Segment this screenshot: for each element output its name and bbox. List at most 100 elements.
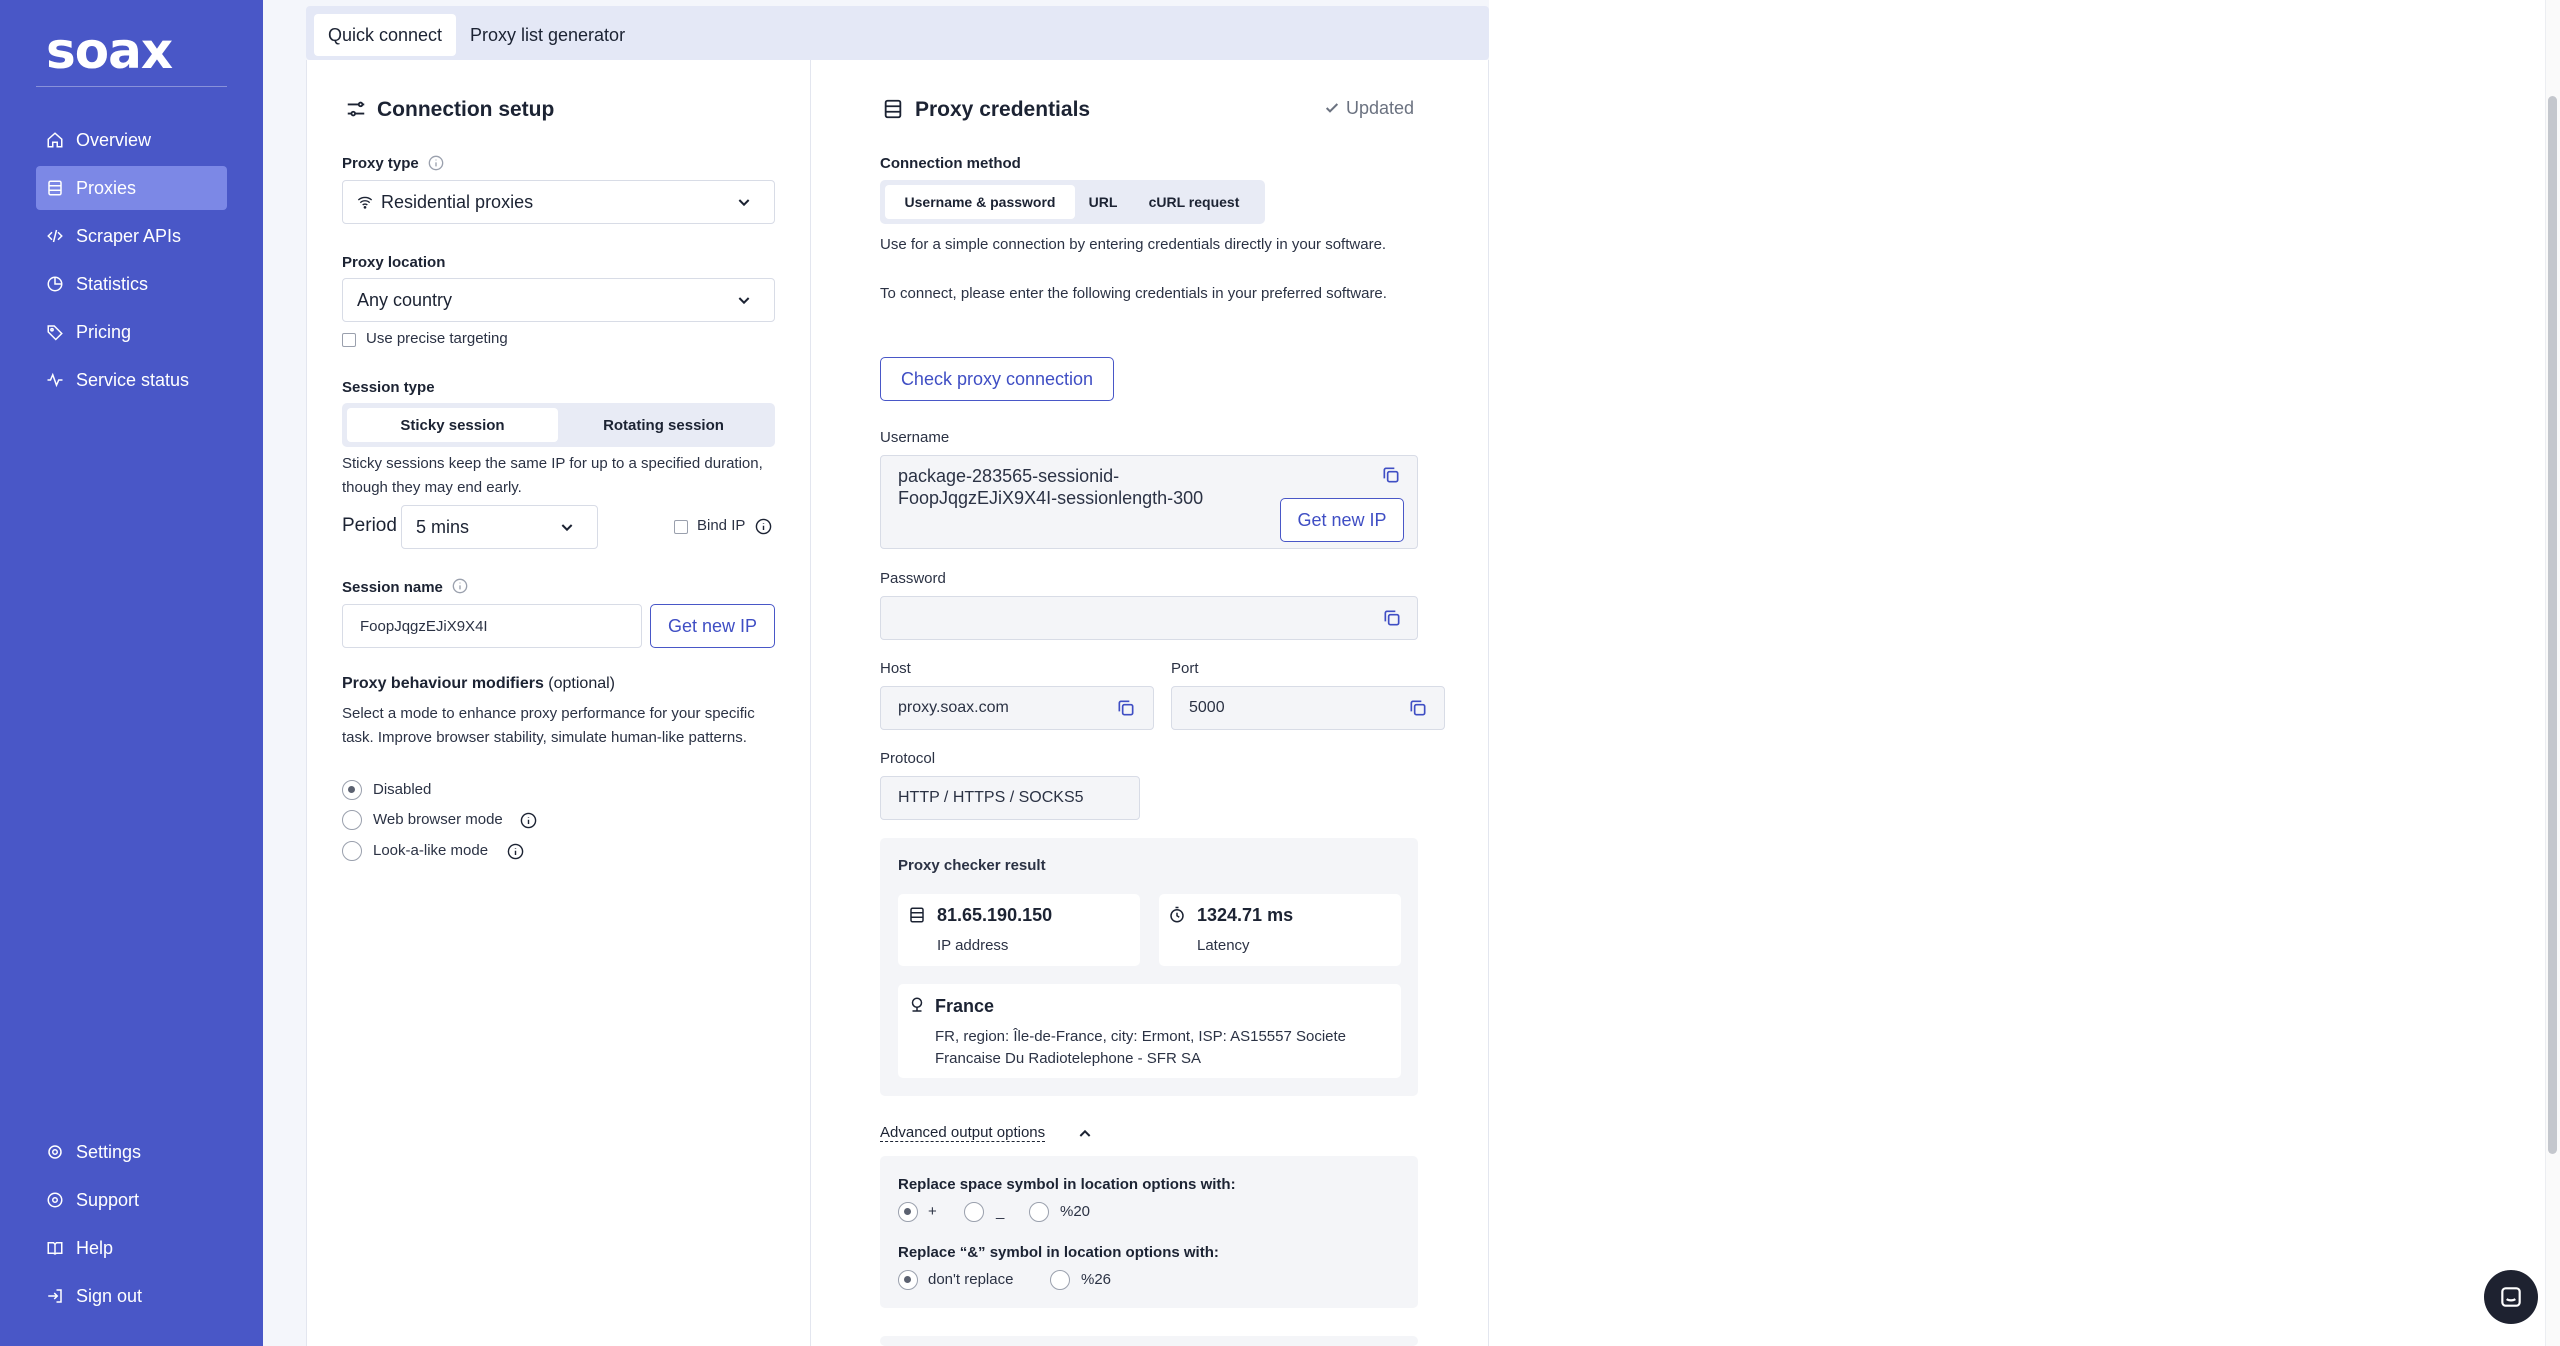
space-plus-radio[interactable] <box>898 1202 918 1222</box>
modifiers-optional: (optional) <box>548 675 615 692</box>
session-type-description: Sticky sessions keep the same IP for up … <box>342 455 763 496</box>
sidebar-item-label: Support <box>76 1189 140 1210</box>
mode-look-a-like-label: Look-a-like mode <box>373 842 489 859</box>
proxy-type-label: Proxy type <box>342 155 419 172</box>
space-plus-label: + <box>928 1203 937 1220</box>
modifiers-heading: Proxy behaviour modifiers (optional) <box>342 675 615 693</box>
info-icon[interactable] <box>520 812 537 829</box>
connection-method-toggle: Username & password URL cURL request <box>880 180 1265 224</box>
location-pin-icon <box>911 997 923 1012</box>
sidebar-item-label: Service status <box>76 369 190 390</box>
method-username-password[interactable]: Username & password <box>885 185 1075 219</box>
space-underscore-radio[interactable] <box>964 1202 984 1222</box>
period-select[interactable]: 5 mins <box>401 505 598 549</box>
session-name-input[interactable]: FoopJqgzEJiX9X4I <box>342 604 642 648</box>
method-description-1: Use for a simple connection by entering … <box>880 236 1387 253</box>
sidebar-item-help[interactable]: Help <box>36 1226 227 1270</box>
sidebar-item-support[interactable]: Support <box>36 1178 227 1222</box>
amp-percent26-radio[interactable] <box>1050 1270 1070 1290</box>
sticky-session-option[interactable]: Sticky session <box>347 408 558 442</box>
sidebar-item-sign-out[interactable]: Sign out <box>36 1274 227 1318</box>
tag-icon <box>47 325 63 341</box>
username-get-new-ip-button[interactable]: Get new IP <box>1280 498 1404 542</box>
tab-proxy-list-generator[interactable]: Proxy list generator <box>456 14 639 56</box>
mode-web-browser-radio[interactable] <box>342 810 362 830</box>
next-card-edge <box>880 1336 1418 1346</box>
method-description-2: To connect, please enter the following c… <box>880 285 1387 302</box>
location-details-2: Francaise Du Radiotelephone - SFR SA <box>935 1050 1201 1067</box>
soax-logo[interactable]: soax <box>46 22 173 80</box>
copy-icon[interactable] <box>1116 698 1136 718</box>
mode-disabled-radio[interactable] <box>342 780 362 800</box>
precise-targeting-checkbox[interactable] <box>342 333 356 347</box>
amp-dont-replace-label: don't replace <box>928 1271 1014 1288</box>
info-icon[interactable] <box>755 518 772 535</box>
sign-out-icon <box>48 1289 62 1303</box>
copy-icon[interactable] <box>1408 698 1428 718</box>
scrollbar-thumb[interactable] <box>2548 96 2557 1154</box>
mode-look-a-like-radio[interactable] <box>342 841 362 861</box>
sidebar-item-proxies[interactable]: Proxies <box>36 166 227 210</box>
username-line-2: FoopJqgzEJiX9X4I-sessionlength-300 <box>898 488 1204 508</box>
space-percent20-label: %20 <box>1060 1203 1091 1220</box>
host-field[interactable]: proxy.soax.com <box>880 686 1154 730</box>
session-name-label: Session name <box>342 579 443 596</box>
location-details-1: FR, region: Île-de-France, city: Ermont,… <box>935 1028 1347 1045</box>
advanced-output-toggle[interactable]: Advanced output options <box>880 1124 1046 1142</box>
get-new-ip-button[interactable]: Get new IP <box>650 604 775 648</box>
sidebar-item-label: Overview <box>76 129 152 150</box>
amp-symbol-label: Replace “&” symbol in location options w… <box>898 1244 1219 1261</box>
amp-dont-replace-radio[interactable] <box>898 1270 918 1290</box>
modifiers-label: Proxy behaviour modifiers <box>342 675 544 692</box>
sidebar-item-label: Sign out <box>76 1285 143 1306</box>
sidebar-item-pricing[interactable]: Pricing <box>36 310 227 354</box>
sidebar: soax Overview Proxies Scraper APIs Stati… <box>0 0 263 1346</box>
info-icon[interactable] <box>428 155 444 171</box>
connection-setup-title: Connection setup <box>377 98 555 121</box>
method-curl-request[interactable]: cURL request <box>1131 185 1257 219</box>
host-label: Host <box>880 660 911 677</box>
copy-icon[interactable] <box>1381 465 1401 485</box>
proxy-type-value: Residential proxies <box>381 191 534 212</box>
tab-quick-connect[interactable]: Quick connect <box>314 14 457 56</box>
check-icon <box>1325 103 1339 113</box>
sidebar-item-scraper-apis[interactable]: Scraper APIs <box>36 214 227 258</box>
port-field[interactable]: 5000 <box>1171 686 1445 730</box>
sidebar-item-statistics[interactable]: Statistics <box>36 262 227 306</box>
location-country: France <box>935 996 995 1016</box>
modifiers-description: Select a mode to enhance proxy performan… <box>342 705 755 746</box>
home-icon <box>47 132 63 148</box>
sidebar-item-overview[interactable]: Overview <box>36 118 227 162</box>
password-field[interactable] <box>880 596 1418 640</box>
bind-ip-checkbox[interactable] <box>674 520 688 534</box>
sidebar-item-service-status[interactable]: Service status <box>36 358 227 402</box>
tab-bar: Quick connect Proxy list generator <box>306 6 1489 60</box>
pie-chart-icon <box>47 276 63 292</box>
protocol-field: HTTP / HTTPS / SOCKS5 <box>880 776 1140 820</box>
proxy-location-select[interactable]: Any country <box>342 278 775 322</box>
proxy-location-value: Any country <box>357 289 453 310</box>
rotating-session-option[interactable]: Rotating session <box>558 408 769 442</box>
sidebar-item-label: Pricing <box>76 321 132 342</box>
space-symbol-label: Replace space symbol in location options… <box>898 1176 1236 1193</box>
space-percent20-radio[interactable] <box>1029 1202 1049 1222</box>
ip-address-label: IP address <box>937 937 1009 954</box>
method-url[interactable]: URL <box>1079 185 1127 219</box>
info-icon[interactable] <box>452 578 468 594</box>
proxy-type-select[interactable]: Residential proxies <box>342 180 775 224</box>
connection-method-label: Connection method <box>880 155 1021 172</box>
stopwatch-icon <box>1170 906 1184 923</box>
info-icon[interactable] <box>507 843 524 860</box>
server-icon <box>910 907 924 923</box>
password-label: Password <box>880 570 946 587</box>
sidebar-item-label: Scraper APIs <box>76 225 182 246</box>
precise-targeting-label: Use precise targeting <box>366 330 508 347</box>
protocol-label: Protocol <box>880 750 936 767</box>
sidebar-item-settings[interactable]: Settings <box>36 1130 227 1174</box>
chat-launcher-button[interactable] <box>2484 1270 2538 1324</box>
gear-icon <box>48 1145 62 1159</box>
sidebar-divider <box>36 86 227 87</box>
copy-icon[interactable] <box>1382 608 1402 628</box>
check-proxy-connection-button[interactable]: Check proxy connection <box>880 357 1114 401</box>
chevron-up-icon[interactable] <box>1077 1126 1093 1142</box>
